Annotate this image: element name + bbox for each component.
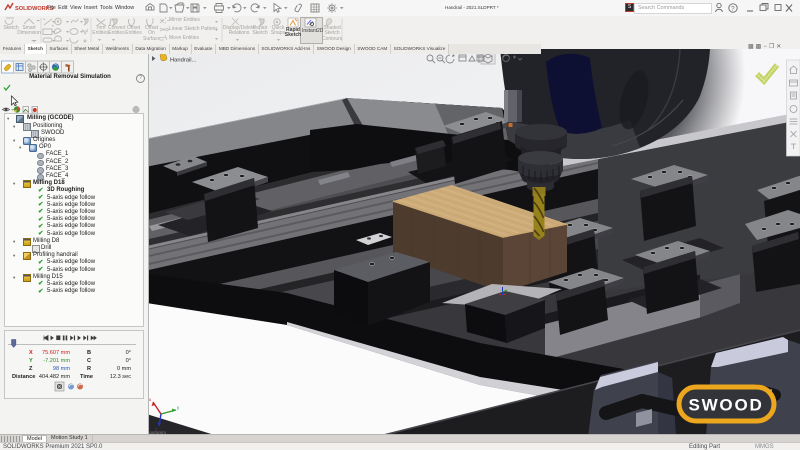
svg-text:Handrail...: Handrail...	[170, 58, 197, 64]
svg-text:SWOOD: SWOOD	[688, 396, 763, 415]
svg-text:?: ?	[731, 6, 735, 13]
